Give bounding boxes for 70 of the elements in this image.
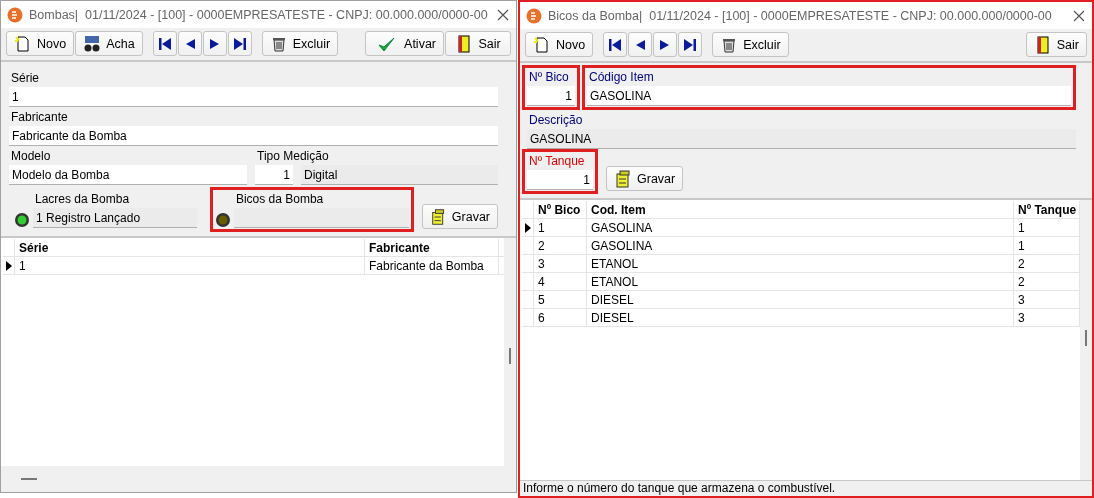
column-header[interactable]: Série <box>15 239 365 256</box>
first-button[interactable] <box>603 32 628 57</box>
measurement-code-field[interactable]: 1 <box>255 165 293 185</box>
table-cell: GASOLINA <box>587 219 1014 236</box>
table-cell: Fabricante da Bomba <box>365 257 499 274</box>
new-button[interactable]: Novo <box>525 32 594 57</box>
field-label: Nº Bico <box>528 69 570 85</box>
column-header[interactable]: Fabricante <box>365 239 499 256</box>
manufacturer-field[interactable]: Fabricante da Bomba <box>9 126 498 146</box>
close-icon[interactable] <box>1072 8 1086 23</box>
new-document-icon <box>533 35 551 54</box>
table-cell: DIESEL <box>587 291 1014 308</box>
field-label: Código Item <box>588 69 655 85</box>
field-label: Bicos da Bomba <box>234 191 325 207</box>
table-cell: 6 <box>534 309 587 326</box>
filing-cabinet-icon <box>614 169 632 188</box>
new-document-icon <box>14 34 32 53</box>
table-cell: ETANOL <box>587 255 1014 272</box>
field-label: Tipo Medição <box>256 148 330 164</box>
column-header[interactable]: Nº Bico <box>534 201 587 218</box>
field-label: Descrição <box>528 112 584 128</box>
table-cell: DIESEL <box>587 309 1014 326</box>
item-code-field[interactable]: GASOLINA <box>587 86 1071 106</box>
field-label: Modelo <box>10 148 52 164</box>
field-label: Série <box>10 70 40 86</box>
exit-button[interactable]: Sair <box>1025 32 1087 57</box>
find-button[interactable]: Acha <box>75 31 143 56</box>
window-title: Bombas| 01/11/2024 - [100] - 0000EMPRESATESTE - CNPJ: 00.000.000/0000-00 <box>29 7 489 22</box>
next-button[interactable] <box>653 32 678 57</box>
current-row-icon <box>524 222 531 233</box>
previous-button[interactable] <box>177 31 202 56</box>
nozzle-number-field[interactable]: 1 <box>527 86 575 106</box>
previous-button[interactable] <box>628 32 653 57</box>
table-cell: 5 <box>534 291 587 308</box>
table-cell: 2 <box>534 237 587 254</box>
tank-number-field[interactable]: 1 <box>527 170 593 190</box>
model-field[interactable]: Modelo da Bomba <box>9 165 247 185</box>
app-logo-icon <box>526 7 542 24</box>
current-row-icon <box>5 260 12 271</box>
next-button[interactable] <box>202 31 227 56</box>
status-bar: Informe o número do tanque que armazena o combustível. <box>520 480 1092 496</box>
measurement-description-field: Digital <box>301 165 498 185</box>
column-header[interactable]: Cod. Item <box>587 201 1014 218</box>
serie-field[interactable]: 1 <box>9 87 498 107</box>
table-cell: GASOLINA <box>587 237 1014 254</box>
filing-cabinet-icon <box>430 207 447 226</box>
window-title: Bicos da Bomba| 01/11/2024 - [100] - 0000EMPRESATESTE - CNPJ: 00.000.000/0000-00 <box>548 8 1053 23</box>
close-icon[interactable] <box>496 7 510 22</box>
table-cell: 1 <box>534 219 587 236</box>
new-button[interactable]: Novo <box>6 31 75 56</box>
table-cell: 3 <box>534 255 587 272</box>
nozzles-field[interactable] <box>233 208 410 228</box>
field-label: Fabricante <box>10 109 69 125</box>
app-logo-icon <box>7 6 23 23</box>
table-cell: 1 <box>15 257 365 274</box>
last-button[interactable] <box>678 32 703 57</box>
last-button[interactable] <box>227 31 252 56</box>
exit-button[interactable]: Sair <box>445 31 511 56</box>
field-label: Lacres da Bomba <box>34 191 131 207</box>
table-cell: ETANOL <box>587 273 1014 290</box>
description-field: GASOLINA <box>527 129 1076 149</box>
save-button[interactable]: Gravar <box>422 204 498 229</box>
field-label: Nº Tanque <box>528 153 586 169</box>
seals-field[interactable]: 1 Registro Lançado <box>33 208 197 228</box>
activate-button[interactable]: Ativar <box>365 31 444 56</box>
table-cell: 4 <box>534 273 587 290</box>
delete-button[interactable]: Excluir <box>261 31 339 56</box>
first-button[interactable] <box>152 31 177 56</box>
delete-button[interactable]: Excluir <box>712 32 789 57</box>
save-button[interactable]: Gravar <box>606 166 684 191</box>
